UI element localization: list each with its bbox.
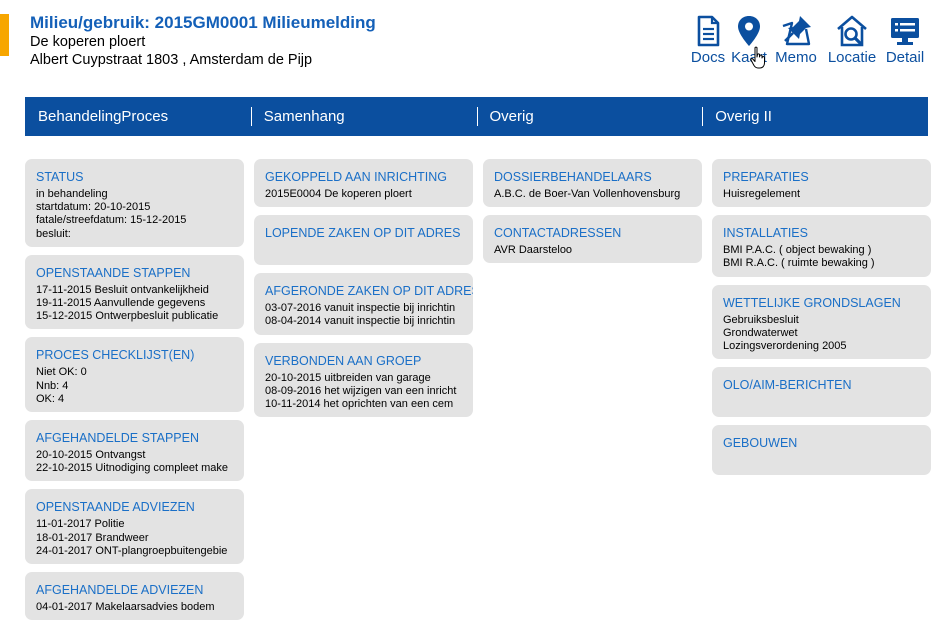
page-title: Milieu/gebruik: 2015GM0001 Milieumelding: [30, 13, 376, 32]
card-line: 18-01-2017 Brandweer: [36, 531, 149, 544]
monitor-icon: [891, 18, 919, 45]
wettelijke-grondslagen-card[interactable]: WETTELIJKE GRONDSLAGEN Gebruiksbesluit G…: [712, 284, 931, 360]
card-title: AFGEHANDELDE STAPPEN: [36, 431, 200, 446]
column-samenhang: GEKOPPELD AAN INRICHTING 2015E0004 De ko…: [254, 159, 473, 425]
card-line: Lozingsverordening 2005: [723, 340, 847, 353]
dossierbehandelaars-card[interactable]: DOSSIERBEHANDELAARS A.B.C. de Boer-Van V…: [483, 159, 702, 208]
card-line: Grondwaterwet: [723, 326, 798, 339]
card-line: 04-01-2017 Makelaarsadvies bodem: [36, 601, 215, 614]
docs-button[interactable]: Docs: [687, 14, 729, 67]
card-title: AFGEHANDELDE ADVIEZEN: [36, 583, 204, 598]
installaties-card[interactable]: INSTALLATIES BMI P.A.C. ( object bewakin…: [712, 215, 931, 277]
contactadressen-card[interactable]: CONTACTADRESSEN AVR Daarsteloo: [483, 215, 702, 264]
card-line: 11-01-2017 Politie: [36, 518, 125, 531]
card-title: GEKOPPELD AAN INRICHTING: [265, 170, 447, 184]
memo-pin-icon: [782, 16, 811, 46]
card-line: 24-01-2017 ONT-plangroepbuitengebie: [36, 544, 228, 557]
map-pin-icon: [738, 16, 760, 46]
card-line: 10-11-2014 het oprichten van een cem: [265, 398, 454, 411]
card-line: 20-10-2015 Ontvangst: [36, 449, 146, 462]
tab-samenhang[interactable]: Samenhang: [250, 97, 477, 136]
docs-label: Docs: [690, 49, 726, 66]
locatie-button[interactable]: Locatie: [823, 14, 881, 67]
proces-checklijst-card[interactable]: PROCES CHECKLIJST(EN) Niet OK: 0 Nnb: 4 …: [25, 337, 244, 413]
status-card[interactable]: STATUS in behandeling startdatum: 20-10-…: [25, 159, 244, 247]
card-line: BMI P.A.C. ( object bewaking ): [723, 244, 872, 257]
card-line: 08-09-2016 het wijzigen van een inricht: [265, 384, 457, 397]
toolbar: Docs Kaart Memo Locatie Detail: [687, 14, 929, 67]
lopende-zaken-card[interactable]: LOPENDE ZAKEN OP DIT ADRES: [254, 215, 473, 266]
afgehandelde-adviezen-card[interactable]: AFGEHANDELDE ADVIEZEN 04-01-2017 Makelaa…: [25, 572, 244, 620]
card-line: BMI R.A.C. ( ruimte bewaking ): [723, 257, 875, 270]
card-line: startdatum: 20-10-2015: [36, 201, 151, 214]
afgeronde-zaken-card[interactable]: AFGERONDE ZAKEN OP DIT ADRES 03-07-2016 …: [254, 273, 473, 335]
card-title: LOPENDE ZAKEN OP DIT ADRES: [265, 226, 461, 241]
detail-button[interactable]: Detail: [881, 14, 929, 67]
card-line: besluit:: [36, 227, 71, 240]
memo-label: Memo: [775, 49, 817, 66]
card-line: 20-10-2015 uitbreiden van garage: [265, 371, 431, 384]
card-line: Nnb: 4: [36, 379, 69, 392]
case-address: Albert Cuypstraat 1803 , Amsterdam de Pi…: [30, 52, 313, 68]
card-title: CONTACTADRESSEN: [494, 226, 622, 241]
card-title: WETTELIJKE GRONDSLAGEN: [723, 295, 901, 310]
preparaties-card[interactable]: PREPARATIES Huisregelement: [712, 159, 931, 208]
card-line: in behandeling: [36, 188, 108, 200]
locatie-label: Locatie: [827, 49, 877, 66]
card-title: STATUS: [36, 170, 84, 184]
card-line: fatale/streefdatum: 15-12-2015: [36, 214, 187, 227]
hand-cursor-icon: [750, 46, 765, 69]
card-title: INSTALLATIES: [723, 226, 808, 241]
card-title: AFGERONDE ZAKEN OP DIT ADRES: [265, 284, 473, 299]
gekoppeld-aan-inrichting-card[interactable]: GEKOPPELD AAN INRICHTING 2015E0004 De ko…: [254, 159, 473, 208]
column-overig-ii: PREPARATIES Huisregelement INSTALLATIES …: [712, 159, 931, 483]
olo-aim-berichten-card[interactable]: OLO/AIM-BERICHTEN: [712, 367, 931, 418]
detail-label: Detail: [885, 49, 925, 66]
accent-bar: [0, 14, 9, 56]
afgehandelde-stappen-card[interactable]: AFGEHANDELDE STAPPEN 20-10-2015 Ontvangs…: [25, 420, 244, 482]
card-line: 08-04-2014 vanuit inspectie bij inrichti…: [265, 315, 456, 328]
tab-behandelingproces[interactable]: BehandelingProces: [25, 97, 251, 136]
tab-bar: BehandelingProces Samenhang Overig Overi…: [25, 97, 928, 136]
card-line: 19-11-2015 Aanvullende gegevens: [36, 297, 206, 310]
card-title: OPENSTAANDE ADVIEZEN: [36, 500, 195, 515]
card-line: A.B.C. de Boer-Van Vollenhovensburg: [494, 188, 681, 200]
card-line: AVR Daarsteloo: [494, 244, 573, 257]
tab-overig-ii[interactable]: Overig II: [702, 97, 928, 136]
verbonden-aan-groep-card[interactable]: VERBONDEN AAN GROEP 20-10-2015 uitbreide…: [254, 342, 473, 418]
card-title: OLO/AIM-BERICHTEN: [723, 378, 852, 393]
memo-button[interactable]: Memo: [769, 14, 823, 67]
card-line: Huisregelement: [723, 188, 801, 200]
openstaande-stappen-card[interactable]: OPENSTAANDE STAPPEN 17-11-2015 Besluit o…: [25, 254, 244, 330]
column-behandelingproces: STATUS in behandeling startdatum: 20-10-…: [25, 159, 244, 620]
tab-overig[interactable]: Overig: [476, 97, 703, 136]
gebouwen-card[interactable]: GEBOUWEN: [712, 425, 931, 476]
card-line: OK: 4: [36, 392, 65, 405]
document-icon: [697, 15, 720, 47]
card-title: OPENSTAANDE STAPPEN: [36, 265, 191, 280]
house-search-icon: [837, 15, 867, 47]
card-title: DOSSIERBEHANDELAARS: [494, 170, 652, 184]
card-line: 17-11-2015 Besluit ontvankelijkheid: [36, 283, 209, 296]
case-subtitle: De koperen ploert: [30, 34, 146, 50]
card-title: VERBONDEN AAN GROEP: [265, 353, 422, 368]
case-header: Milieu/gebruik: 2015GM0001 Milieumelding…: [30, 12, 376, 69]
openstaande-adviezen-card[interactable]: OPENSTAANDE ADVIEZEN 11-01-2017 Politie …: [25, 489, 244, 565]
card-line: Gebruiksbesluit: [723, 313, 799, 326]
card-line: 03-07-2016 vanuit inspectie bij inrichti…: [265, 302, 456, 315]
card-line: 2015E0004 De koperen ploert: [265, 188, 412, 200]
card-line: Niet OK: 0: [36, 366, 87, 379]
column-overig: DOSSIERBEHANDELAARS A.B.C. de Boer-Van V…: [483, 159, 702, 271]
card-line: 22-10-2015 Uitnodiging compleet make: [36, 462, 229, 475]
card-title: PROCES CHECKLIJST(EN): [36, 348, 195, 363]
card-title: GEBOUWEN: [723, 436, 798, 451]
card-title: PREPARATIES: [723, 170, 809, 184]
card-line: 15-12-2015 Ontwerpbesluit publicatie: [36, 310, 219, 323]
